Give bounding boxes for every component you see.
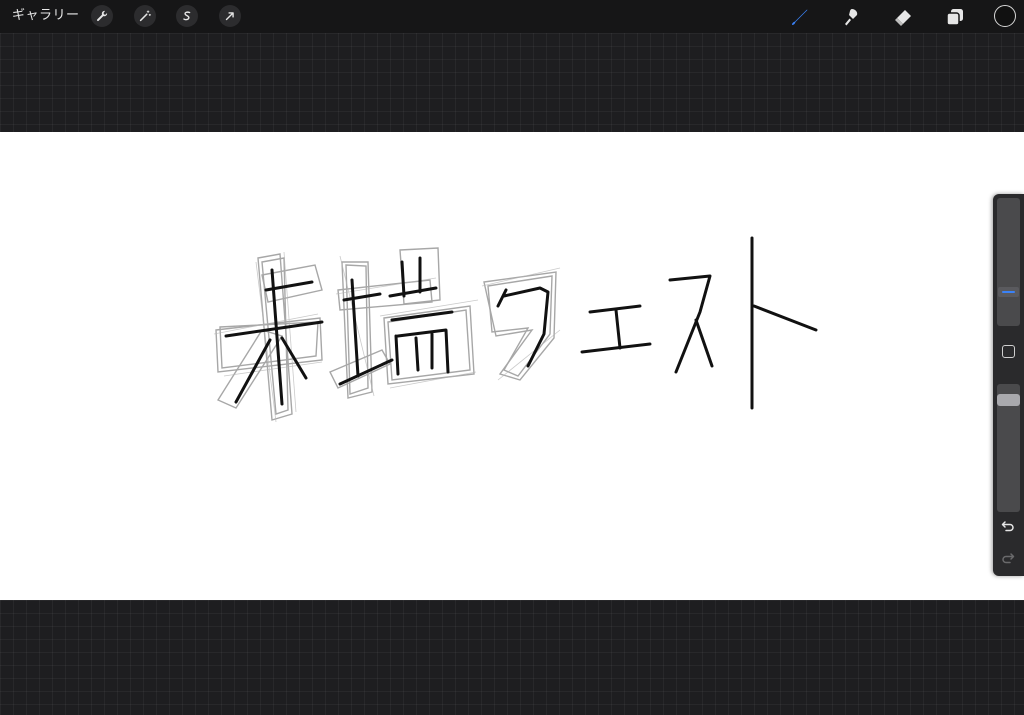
- adjustments-button[interactable]: [134, 5, 156, 27]
- eraser-tool-button[interactable]: [890, 4, 916, 30]
- layers-icon: [946, 9, 963, 26]
- color-picker-button[interactable]: [994, 5, 1016, 27]
- brush-opacity-slider[interactable]: [997, 384, 1020, 512]
- transform-button[interactable]: [219, 5, 241, 27]
- drawing-canvas[interactable]: [0, 132, 1024, 600]
- brush-opacity-thumb[interactable]: [997, 394, 1020, 406]
- redo-button[interactable]: [999, 550, 1017, 566]
- brush-size-thumb[interactable]: [998, 287, 1019, 297]
- modify-button[interactable]: [1002, 345, 1015, 358]
- magic-wand-icon: [139, 10, 151, 22]
- undo-button[interactable]: [999, 518, 1017, 534]
- smudge-icon: [845, 9, 858, 26]
- redo-icon: [1002, 553, 1015, 564]
- selection-icon: [183, 11, 191, 21]
- undo-icon: [1001, 521, 1014, 532]
- workspace-background-bottom: [0, 600, 1024, 715]
- gallery-button[interactable]: ギャラリー: [12, 7, 80, 25]
- smudge-tool-button[interactable]: [838, 4, 864, 30]
- workspace-background-top: [0, 33, 1024, 132]
- brush-icon: [792, 9, 808, 25]
- transform-arrow-icon: [225, 12, 234, 21]
- brush-tool-button[interactable]: [787, 4, 813, 30]
- brush-sidebar: [993, 194, 1024, 576]
- wrench-icon: [96, 10, 108, 22]
- eraser-icon: [895, 10, 911, 26]
- brush-size-slider[interactable]: [997, 198, 1020, 326]
- layers-button[interactable]: [942, 4, 968, 30]
- selection-button[interactable]: [176, 5, 198, 27]
- actions-button[interactable]: [91, 5, 113, 27]
- top-toolbar: ギャラリー: [0, 0, 1024, 33]
- handwritten-artwork: [213, 236, 818, 423]
